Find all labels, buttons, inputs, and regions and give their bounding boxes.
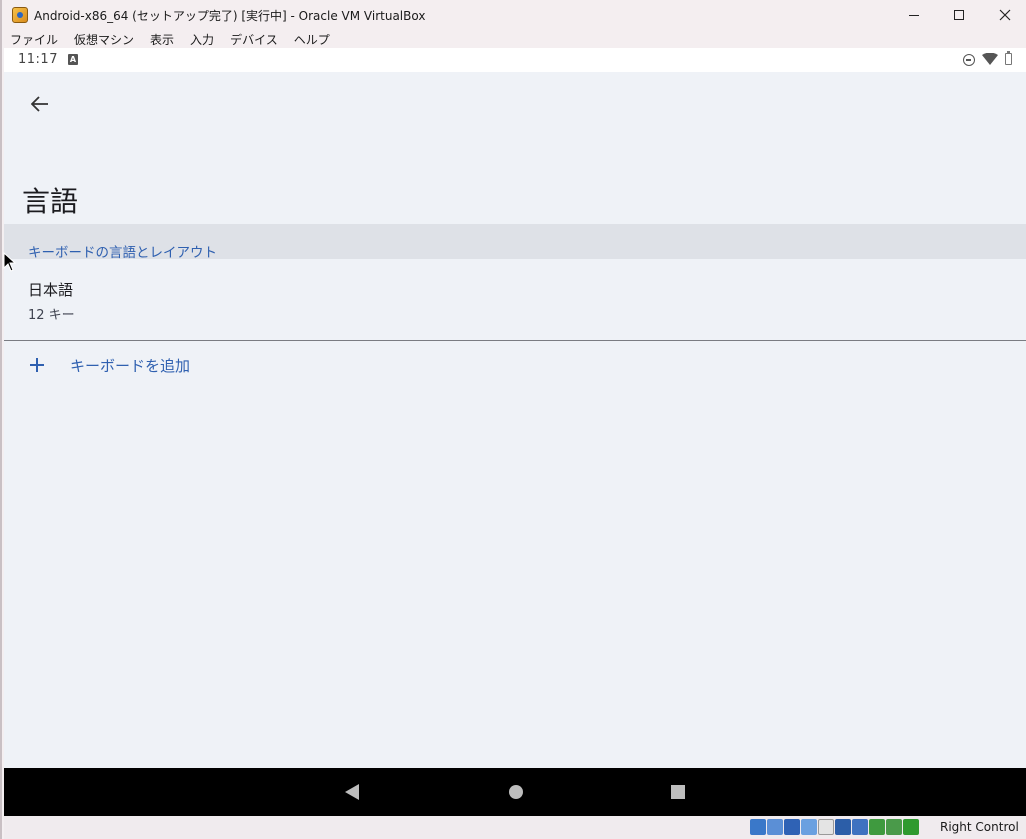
maximize-icon [954, 10, 964, 20]
host-key-label: Right Control [940, 820, 1019, 834]
nav-back-icon[interactable] [345, 784, 359, 800]
vbox-status-bar: Right Control [4, 816, 1026, 839]
storage-icon[interactable] [750, 819, 766, 835]
vbox-device-icons [750, 819, 920, 835]
network-icon[interactable] [801, 819, 817, 835]
optical-drive-icon[interactable] [767, 819, 783, 835]
close-icon [999, 9, 1011, 21]
battery-icon [1005, 51, 1012, 65]
page-title: 言語 [22, 185, 79, 218]
menu-input[interactable]: 入力 [190, 31, 214, 48]
language-name: 日本語 [28, 281, 74, 299]
status-clock: 11:17 [18, 52, 58, 67]
arrow-back-icon [31, 96, 48, 112]
display-icon[interactable] [852, 819, 868, 835]
maximize-button[interactable] [936, 0, 982, 30]
section-label: キーボードの言語とレイアウト [28, 245, 217, 261]
close-button[interactable] [982, 0, 1026, 30]
mouse-integration-icon[interactable] [903, 819, 919, 835]
android-nav-bar [4, 768, 1026, 816]
menu-file[interactable]: ファイル [10, 31, 58, 48]
audio-icon[interactable] [784, 819, 800, 835]
do-not-disturb-icon [963, 54, 975, 66]
android-status-bar: 11:17 A [4, 48, 1026, 72]
language-list-item[interactable]: 日本語 12 キー [4, 259, 1026, 340]
wifi-icon [982, 53, 998, 65]
usb-icon[interactable] [818, 819, 834, 835]
minimize-icon [909, 14, 919, 16]
section-header: キーボードの言語とレイアウト [4, 224, 1026, 261]
video-capture-icon[interactable] [869, 819, 885, 835]
menu-bar: ファイル 仮想マシン 表示 入力 デバイス ヘルプ [2, 30, 1026, 48]
title-bar[interactable]: Android-x86_64 (セットアップ完了) [実行中] - Oracle… [2, 0, 1026, 30]
window-title: Android-x86_64 (セットアップ完了) [実行中] - Oracle… [34, 9, 426, 23]
back-button[interactable] [26, 90, 54, 118]
plus-icon [28, 356, 46, 374]
menu-help[interactable]: ヘルプ [294, 31, 330, 48]
android-screen[interactable]: 11:17 A 言語 キーボードの言語とレイアウト 日本語 12 キー キーボー… [4, 48, 1026, 816]
menu-machine[interactable]: 仮想マシン [74, 31, 134, 48]
minimize-button[interactable] [891, 0, 937, 30]
menu-devices[interactable]: デバイス [230, 31, 278, 48]
shared-folders-icon[interactable] [835, 819, 851, 835]
nav-home-icon[interactable] [509, 785, 523, 799]
virtualbox-window: Android-x86_64 (セットアップ完了) [実行中] - Oracle… [0, 0, 1026, 839]
add-keyboard-button[interactable]: キーボードを追加 [4, 342, 1026, 398]
divider [4, 340, 1026, 341]
mouse-cursor-icon [3, 252, 17, 272]
menu-view[interactable]: 表示 [150, 31, 174, 48]
language-layout: 12 キー [28, 308, 75, 323]
notification-a-icon: A [68, 54, 78, 65]
cpu-icon[interactable] [886, 819, 902, 835]
virtualbox-icon [12, 7, 28, 23]
nav-recents-icon[interactable] [671, 785, 685, 799]
add-keyboard-label: キーボードを追加 [70, 357, 191, 375]
